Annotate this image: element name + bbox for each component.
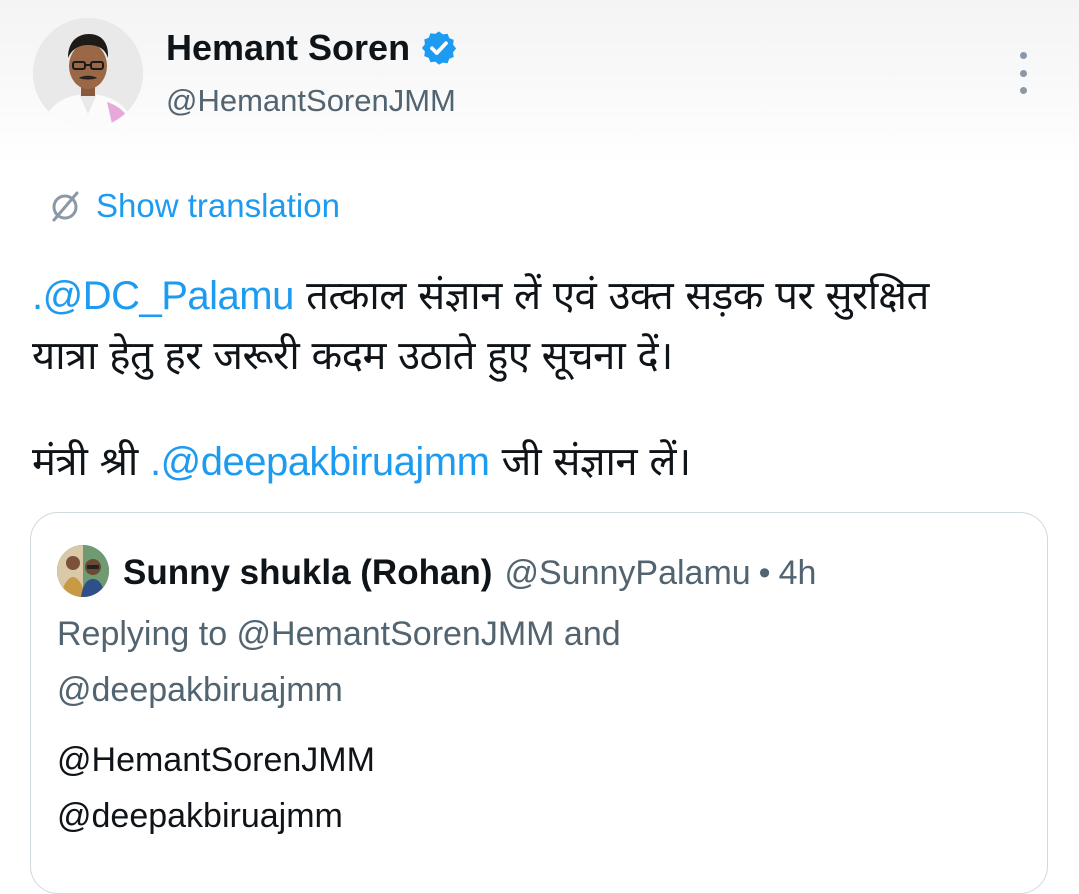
author-avatar[interactable] bbox=[33, 18, 143, 128]
mention-link[interactable]: .@deepakbiruajmm bbox=[150, 440, 490, 484]
header-background bbox=[0, 0, 1079, 165]
quoted-body-mention[interactable]: @HemantSorenJMM bbox=[57, 741, 375, 779]
tweet-text: जी संज्ञान लें। bbox=[489, 439, 692, 485]
separator-dot: • bbox=[758, 553, 771, 592]
quoted-body-mention[interactable]: @deepakbiruajmm bbox=[57, 797, 343, 835]
quoted-body-line-1: @HemantSorenJMM bbox=[57, 741, 375, 780]
tweet-text-line-3: मंत्री श्री .@deepakbiruajmm जी संज्ञान … bbox=[32, 432, 691, 487]
author-display-name[interactable]: Hemant Soren bbox=[166, 27, 410, 69]
translate-icon bbox=[52, 191, 79, 222]
tweet-text: यात्रा हेतु हर जरूरी कदम उठाते हुए सूचना… bbox=[32, 333, 673, 379]
person-avatar-icon bbox=[33, 18, 143, 128]
more-vertical-icon[interactable] bbox=[1008, 52, 1038, 94]
show-translation-label[interactable]: Show translation bbox=[96, 187, 340, 225]
replying-and-label: and bbox=[554, 615, 621, 653]
replying-to-line-2: @deepakbiruajmm bbox=[57, 671, 343, 710]
quoted-handle[interactable]: @SunnyPalamu bbox=[504, 554, 750, 593]
quoted-display-name[interactable]: Sunny shukla (Rohan) bbox=[123, 553, 492, 593]
verified-badge-icon bbox=[421, 31, 457, 65]
show-translation-button[interactable]: Show translation bbox=[46, 184, 340, 228]
tweet-text-line-1: .@DC_Palamu तत्काल संज्ञान लें एवं उक्त … bbox=[32, 266, 929, 321]
quoted-body-line-2: @deepakbiruajmm bbox=[57, 797, 343, 836]
tweet-text-line-2: यात्रा हेतु हर जरूरी कदम उठाते हुए सूचना… bbox=[32, 326, 673, 381]
quoted-author-avatar[interactable] bbox=[57, 545, 109, 597]
reply-mention-link[interactable]: @HemantSorenJMM bbox=[237, 615, 555, 653]
reply-mention-link[interactable]: @deepakbiruajmm bbox=[57, 671, 343, 709]
quoted-timestamp[interactable]: 4h bbox=[779, 554, 817, 593]
quoted-tweet-card[interactable]: Sunny shukla (Rohan) @SunnyPalamu • 4h R… bbox=[30, 512, 1048, 894]
more-dot bbox=[1019, 87, 1027, 94]
replying-to-line: Replying to @HemantSorenJMM and bbox=[57, 615, 621, 654]
tweet-text: मंत्री श्री bbox=[32, 439, 150, 485]
tweet-text: तत्काल संज्ञान लें एवं उक्त सड़क पर सुरक… bbox=[293, 273, 929, 319]
mention-link[interactable]: .@DC_Palamu bbox=[32, 274, 294, 318]
more-dot bbox=[1019, 52, 1027, 59]
quoted-header: Sunny shukla (Rohan) @SunnyPalamu • 4h bbox=[123, 551, 816, 595]
more-dot bbox=[1019, 69, 1027, 77]
replying-to-label: Replying to bbox=[57, 615, 237, 653]
author-handle[interactable]: @HemantSorenJMM bbox=[166, 83, 456, 119]
person-avatar-icon bbox=[57, 545, 109, 597]
author-name-row[interactable]: Hemant Soren bbox=[166, 26, 458, 70]
